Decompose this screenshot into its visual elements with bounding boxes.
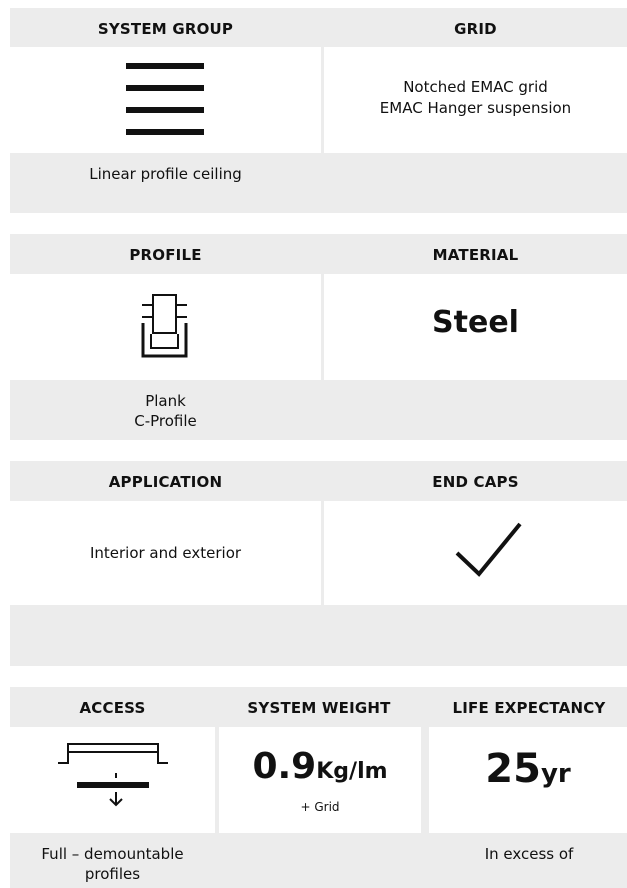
grid-text-2: EMAC Hanger suspension <box>379 99 572 117</box>
life-unit: yr <box>540 759 571 789</box>
life-value: 25 <box>485 746 541 792</box>
weight-unit: Kg/lm <box>316 759 388 784</box>
life-value-row: 25yr <box>429 746 627 792</box>
weight-value: 0.9 <box>252 746 317 787</box>
system-group-header: SYSTEM GROUP <box>97 20 234 38</box>
system-group-panel: SYSTEM GROUP GRID Notched EMAC grid EMAC… <box>10 8 627 213</box>
grid-text-1: Notched EMAC grid <box>403 78 548 96</box>
access-header: ACCESS <box>79 699 146 717</box>
end-caps-cell <box>324 501 627 605</box>
profile-header: PROFILE <box>129 246 202 264</box>
system-group-icon-cell <box>10 47 321 153</box>
material-value: Steel <box>432 305 519 340</box>
access-panel: ACCESS SYSTEM WEIGHT LIFE EXPECTANCY 0.9… <box>10 687 627 888</box>
access-caption-line2: profiles <box>84 865 141 883</box>
system-weight-cell: 0.9Kg/lm + Grid <box>219 727 421 833</box>
life-expectancy-caption: In excess of <box>484 845 574 863</box>
end-caps-header: END CAPS <box>432 473 519 491</box>
application-panel: APPLICATION END CAPS Interior and exteri… <box>10 461 627 666</box>
access-icon-cell <box>10 727 215 833</box>
system-group-caption: Linear profile ceiling <box>89 165 242 183</box>
access-caption-line1: Full – demountable <box>41 845 184 863</box>
life-expectancy-header: LIFE EXPECTANCY <box>452 699 606 717</box>
application-header: APPLICATION <box>108 473 223 491</box>
application-text: Interior and exterior <box>89 544 242 562</box>
access-down-arrow-icon <box>58 743 168 807</box>
weight-value-row: 0.9Kg/lm <box>219 746 421 787</box>
material-header: MATERIAL <box>432 246 519 264</box>
linear-lines-icon <box>126 63 204 135</box>
weight-note: + Grid <box>300 800 340 814</box>
profile-icon-cell <box>10 274 321 380</box>
material-cell: Steel <box>324 274 627 380</box>
profile-caption-line2: C-Profile <box>134 412 197 430</box>
life-expectancy-cell: 25yr <box>429 727 627 833</box>
c-profile-icon <box>141 294 188 358</box>
profile-caption-line1: Plank <box>145 392 186 410</box>
application-cell: Interior and exterior <box>10 501 321 605</box>
system-weight-header: SYSTEM WEIGHT <box>247 699 391 717</box>
grid-cell: Notched EMAC grid EMAC Hanger suspension <box>324 47 627 153</box>
checkmark-icon <box>455 522 522 577</box>
grid-header: GRID <box>454 20 497 38</box>
profile-panel: PROFILE MATERIAL Steel Plank C-Profile <box>10 234 627 440</box>
